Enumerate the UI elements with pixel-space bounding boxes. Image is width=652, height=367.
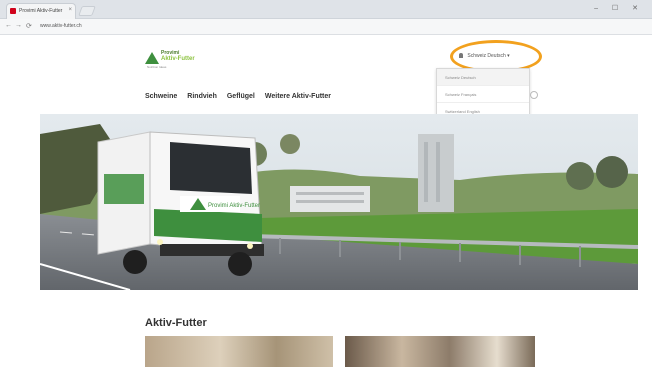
nav-item-rindvieh[interactable]: Rindvieh	[187, 93, 217, 100]
address-bar: ← → ⟳ www.aktiv-futter.ch	[0, 19, 652, 35]
forward-icon[interactable]: →	[15, 22, 22, 29]
truck-logo-text: Provimi Aktiv-Futter	[208, 203, 260, 209]
section-title: Aktiv-Futter	[145, 317, 207, 329]
browser-tab[interactable]: Provimi Aktiv-Futter ×	[6, 3, 76, 19]
hero-photo: Provimi Aktiv-Futter	[40, 114, 638, 290]
tab-title: Provimi Aktiv-Futter	[19, 8, 63, 14]
category-thumbnail-poultry[interactable]	[145, 336, 333, 367]
window-controls[interactable]: – ☐ ✕	[594, 4, 644, 12]
main-navigation: Schweine Rindvieh Geflügel Weitere Aktiv…	[145, 93, 331, 100]
language-option[interactable]: Schweiz Français	[437, 86, 529, 103]
back-icon[interactable]: ←	[5, 22, 12, 29]
language-option[interactable]: Schweiz Deutsch	[437, 69, 529, 86]
category-thumbnail-livestock[interactable]	[345, 336, 535, 367]
nav-item-weitere[interactable]: Weitere Aktiv-Futter	[265, 93, 331, 100]
new-tab-button[interactable]	[78, 6, 96, 16]
logo-triangle-icon	[145, 52, 159, 64]
hero-image: Provimi Aktiv-Futter	[40, 114, 638, 290]
reload-icon[interactable]: ⟳	[26, 22, 32, 30]
search-icon[interactable]	[530, 91, 538, 99]
favicon-icon	[10, 8, 16, 14]
nav-item-schweine[interactable]: Schweine	[145, 93, 177, 100]
logo-line2: Aktiv-Futter	[161, 56, 195, 62]
browser-tab-bar: Provimi Aktiv-Futter × – ☐ ✕	[0, 0, 652, 19]
url-field[interactable]: www.aktiv-futter.ch	[40, 23, 82, 29]
nav-item-gefluegel[interactable]: Geflügel	[227, 93, 255, 100]
tab-close-icon[interactable]: ×	[68, 7, 72, 13]
site-logo[interactable]: Provimi Aktiv-Futter Nutrition Ideas	[145, 50, 225, 72]
logo-tagline: Nutrition Ideas	[147, 65, 167, 69]
